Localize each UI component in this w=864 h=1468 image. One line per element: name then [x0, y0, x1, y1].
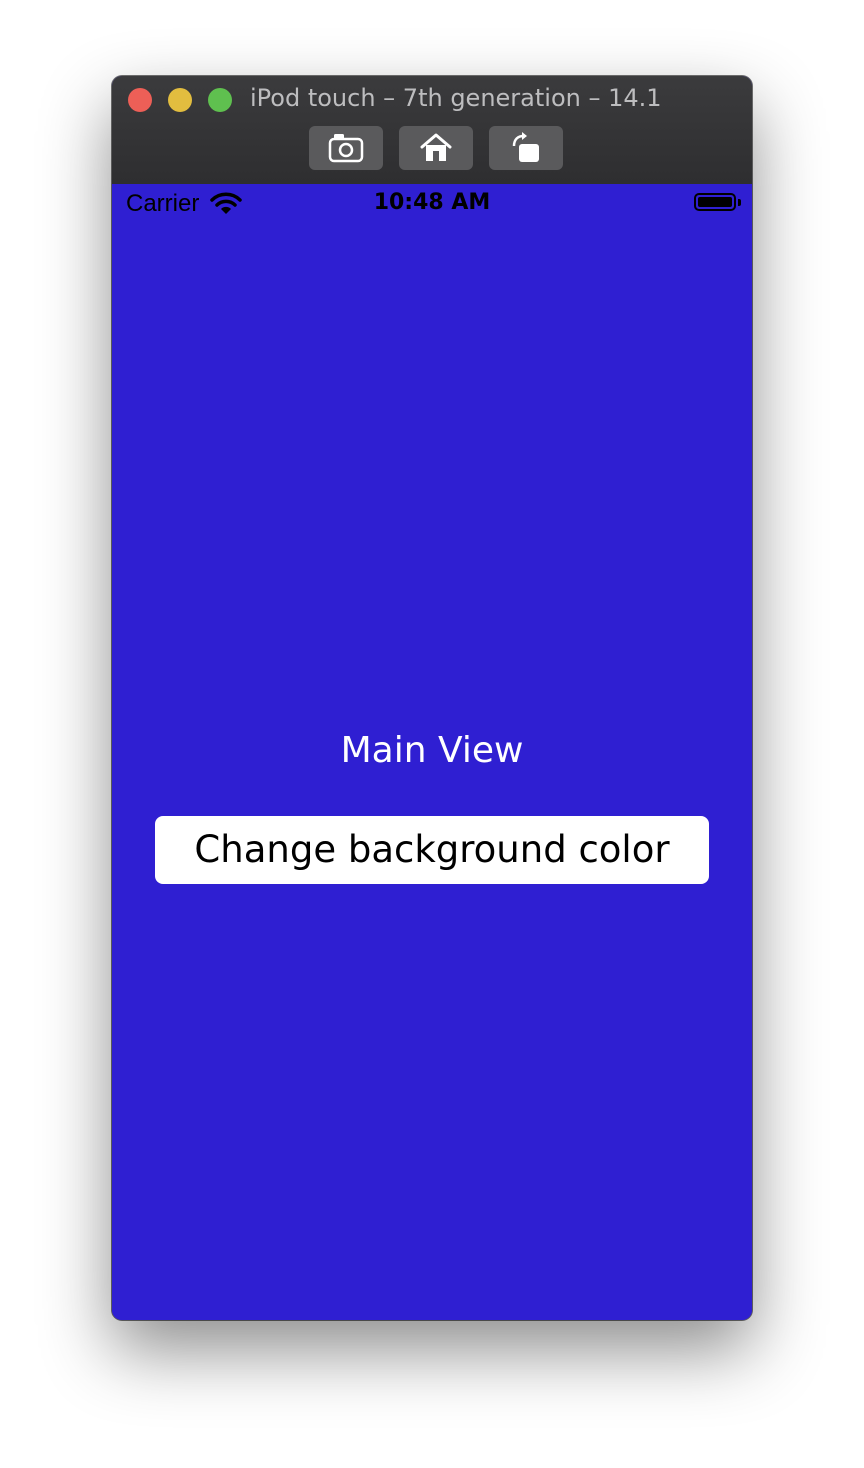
battery-level [698, 197, 732, 207]
rotate-button[interactable] [489, 126, 563, 170]
rotate-icon [512, 132, 539, 162]
window-title: iPod touch – 7th generation – 14.1 [250, 84, 662, 112]
screenshot-camera-icon [328, 134, 364, 163]
device-screen: Carrier 10:48 AM Main View Change backgr… [112, 184, 752, 1320]
battery-icon [694, 193, 736, 211]
main-view-title: Main View [340, 730, 524, 771]
zoom-window-button[interactable] [208, 88, 232, 112]
status-time: 10:48 AM [373, 190, 491, 215]
title-bar: iPod touch – 7th generation – 14.1 [112, 76, 752, 185]
home-button[interactable] [399, 126, 473, 170]
status-bar: Carrier 10:48 AM [112, 184, 752, 224]
change-background-color-button[interactable]: Change background color [155, 816, 709, 884]
simulator-window: iPod touch – 7th generation – 14.1 Carri… [112, 76, 752, 1320]
close-window-button[interactable] [128, 88, 152, 112]
screenshot-button[interactable] [309, 126, 383, 170]
battery-tip [738, 199, 741, 206]
home-icon [420, 133, 452, 161]
minimize-window-button[interactable] [168, 88, 192, 112]
